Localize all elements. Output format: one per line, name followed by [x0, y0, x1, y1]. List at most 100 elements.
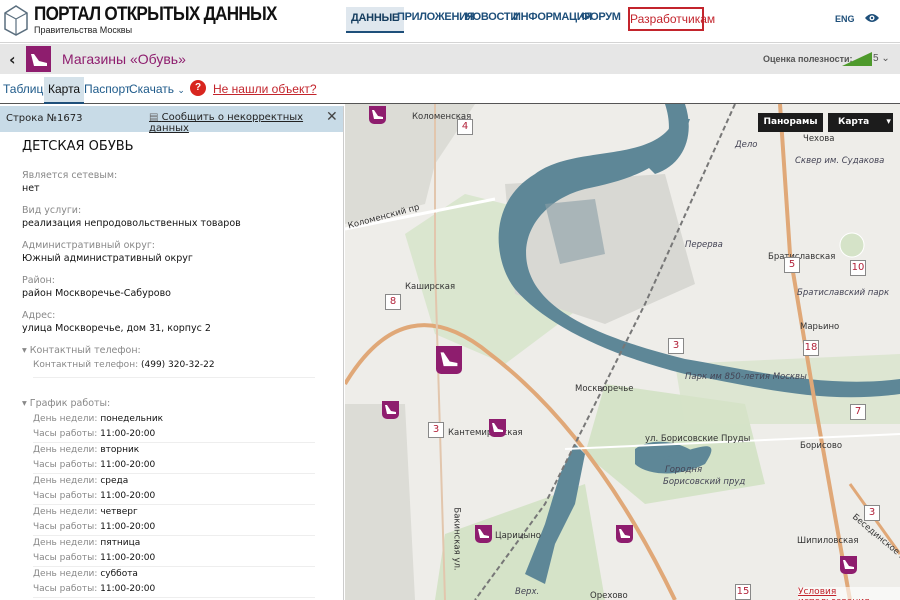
- hours-label: Часы работы:: [33, 460, 98, 470]
- map-place-label: Москворечье: [575, 384, 634, 394]
- field-label: Район:: [22, 275, 55, 286]
- field-label: Административный округ:: [22, 240, 156, 251]
- route-number-badge[interactable]: 8: [385, 294, 401, 310]
- day-value: суббота: [100, 569, 138, 579]
- map-place-label: Борисово: [800, 441, 843, 451]
- field-value: улица Москворечье, дом 31, корпус 2: [22, 323, 211, 334]
- map-layer-select[interactable]: Карта ▾: [828, 113, 893, 132]
- map-place-label: Братиславский парк: [797, 288, 890, 298]
- hours-label: Часы работы:: [33, 429, 98, 439]
- rating-dropdown[interactable]: 5 ⌄: [873, 53, 890, 64]
- shoe-store-marker-icon[interactable]: [382, 401, 399, 419]
- chevron-down-icon: ⌄: [881, 53, 890, 64]
- nav-news[interactable]: НОВОСТИ: [465, 11, 518, 23]
- field-label: Вид услуги:: [22, 205, 82, 216]
- shoe-store-marker-icon[interactable]: [840, 556, 857, 574]
- day-value: вторник: [100, 445, 140, 455]
- day-label: День недели:: [33, 569, 98, 579]
- map-view[interactable]: Коломенская Коломенский пр Каширская Дело Ск…: [345, 104, 900, 600]
- map-place-label: Царицыно: [495, 531, 541, 541]
- day-label: День недели:: [33, 414, 98, 424]
- shoe-store-marker-icon[interactable]: [616, 525, 633, 543]
- shoe-store-marker-icon[interactable]: [475, 525, 492, 543]
- phone-value: (499) 320-32-22: [140, 360, 215, 370]
- schedule-row: День недели: суббота Часы работы: 11:00-2…: [33, 567, 315, 598]
- question-icon[interactable]: ?: [190, 80, 206, 96]
- schedule-row: День недели: вторник Часы работы: 11:00-2…: [33, 443, 315, 474]
- nav-data[interactable]: ДАННЫЕ: [346, 7, 404, 33]
- terms-link[interactable]: Условия использования: [798, 587, 900, 600]
- language-switch[interactable]: ENG: [835, 14, 855, 24]
- shoe-category-icon: [26, 46, 51, 72]
- back-arrow-icon[interactable]: ‹: [9, 50, 16, 69]
- day-label: День недели:: [33, 476, 98, 486]
- top-header: ПОРТАЛ ОТКРЫТЫХ ДАННЫХ Правительства Мос…: [0, 0, 900, 43]
- field-value: нет: [22, 183, 40, 194]
- tab-passport[interactable]: Паспорт: [84, 82, 130, 96]
- tab-table[interactable]: Таблица: [3, 82, 50, 96]
- hours-label: Часы работы:: [33, 491, 98, 501]
- route-number-badge[interactable]: 3: [864, 505, 880, 521]
- hours-value: 11:00-20:00: [100, 522, 156, 532]
- dataset-title: Магазины «Обувь»: [62, 51, 186, 67]
- hours-label: Часы работы:: [33, 522, 98, 532]
- route-number-badge[interactable]: 18: [803, 340, 819, 356]
- report-error-link[interactable]: ▤ Сообщить о некорректных данных: [149, 112, 343, 134]
- map-place-label: Братиславская: [768, 252, 836, 262]
- shoe-store-marker-icon[interactable]: [489, 419, 506, 437]
- hours-value: 11:00-20:00: [100, 584, 156, 594]
- hours-label: Часы работы:: [33, 584, 98, 594]
- tab-map[interactable]: Карта: [44, 77, 85, 104]
- day-value: понедельник: [100, 414, 164, 424]
- day-label: День недели:: [33, 538, 98, 548]
- rating-indicator: [842, 52, 872, 66]
- hours-value: 11:00-20:00: [100, 429, 156, 439]
- map-place-label: Бакинская ул.: [451, 507, 462, 571]
- nav-apps[interactable]: ПРИЛОЖЕНИЯ: [397, 11, 475, 23]
- map-place-label: Кантемировская: [448, 428, 523, 438]
- day-value: четверг: [100, 507, 138, 517]
- map-place-label: Городня: [665, 465, 703, 475]
- not-found-link[interactable]: Не нашли объект?: [213, 82, 317, 96]
- panel-header: Строка №1673 ▤ Сообщить о некорректных д…: [0, 106, 343, 134]
- hours-label: Часы работы:: [33, 553, 98, 563]
- map-place-label: Сквер им. Судакова: [795, 156, 885, 166]
- shoe-store-marker-icon[interactable]: [436, 346, 462, 374]
- route-number-badge[interactable]: 10: [850, 260, 866, 276]
- map-place-label: Орехово: [590, 591, 628, 600]
- route-number-badge[interactable]: 7: [850, 404, 866, 420]
- route-number-badge[interactable]: 5: [784, 257, 800, 273]
- map-place-label: ул. Борисовские Пруды: [645, 434, 751, 444]
- eye-icon[interactable]: [864, 12, 880, 24]
- rating-label: Оценка полезности:: [763, 54, 853, 64]
- developers-button[interactable]: Разработчикам: [628, 7, 715, 31]
- close-icon[interactable]: ✕: [326, 109, 338, 125]
- schedule-row: День недели: четверг Часы работы: 11:00-2…: [33, 505, 315, 536]
- day-label: День недели:: [33, 445, 98, 455]
- portal-logo-icon[interactable]: [3, 3, 29, 37]
- object-title: ДЕТСКАЯ ОБУВЬ: [22, 139, 134, 154]
- route-number-badge[interactable]: 3: [668, 338, 684, 354]
- portal-title[interactable]: ПОРТАЛ ОТКРЫТЫХ ДАННЫХ: [34, 4, 277, 26]
- hours-value: 11:00-20:00: [100, 553, 156, 563]
- map-place-label: Парк им 850-летия Москвы: [685, 372, 807, 382]
- schedule-section-toggle[interactable]: ▾ График работы:: [22, 398, 110, 409]
- download-label: Скачать: [129, 82, 174, 96]
- hours-value: 11:00-20:00: [100, 460, 156, 470]
- route-number-badge[interactable]: 3: [428, 422, 444, 438]
- nav-forum[interactable]: ФОРУМ: [581, 11, 621, 23]
- map-place-label: Шипиловская: [797, 536, 859, 546]
- phone-section-toggle[interactable]: ▾ Контактный телефон:: [22, 345, 141, 356]
- hours-value: 11:00-20:00: [100, 491, 156, 501]
- dataset-header: ‹ Магазины «Обувь» Оценка полезности: 5 …: [0, 44, 900, 74]
- field-label: Адрес:: [22, 310, 56, 321]
- report-error-label: Сообщить о некорректных данных: [149, 112, 304, 134]
- route-number-badge[interactable]: 15: [735, 584, 751, 600]
- day-label: День недели:: [33, 507, 98, 517]
- route-number-badge[interactable]: 4: [457, 119, 473, 135]
- tab-download[interactable]: Скачать ⌄: [129, 82, 185, 96]
- shoe-store-marker-icon[interactable]: [369, 106, 386, 124]
- field-value: Южный административный округ: [22, 253, 193, 264]
- panoramas-button[interactable]: Панорамы: [758, 113, 823, 132]
- schedule-row: День недели: понедельник Часы работы: 11:…: [33, 412, 315, 443]
